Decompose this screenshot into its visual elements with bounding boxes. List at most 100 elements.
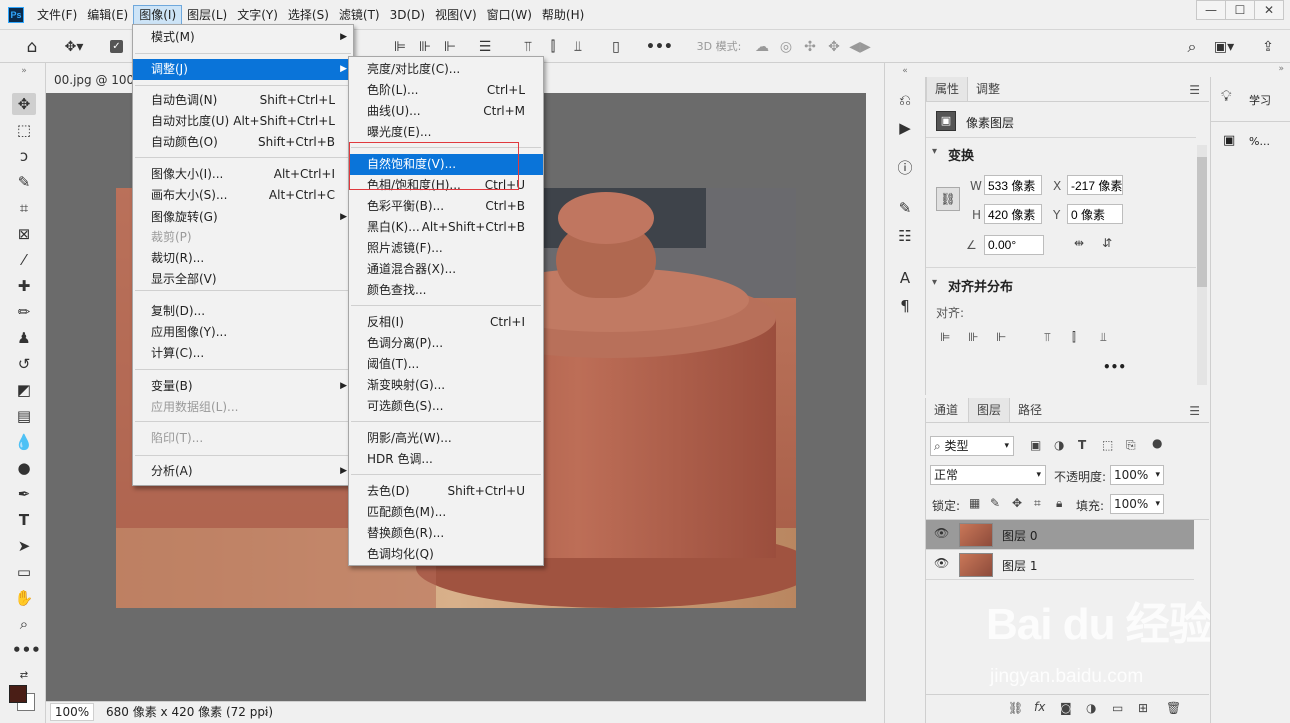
image-menu-item[interactable]: 计算(C)... <box>133 343 353 364</box>
menu-item[interactable]: 滤镜(T) <box>334 5 385 25</box>
lock-image-icon[interactable]: ✎ <box>990 496 1000 510</box>
paragraph-icon[interactable]: ¶ <box>894 295 916 317</box>
angle-field[interactable] <box>984 235 1044 255</box>
adjust-menu-item[interactable]: HDR 色调... <box>349 449 543 470</box>
frame-tool-icon[interactable]: ⊠ <box>12 223 36 245</box>
adjust-menu-item[interactable]: 色相/饱和度(H)... Ctrl+U <box>349 175 543 196</box>
layer-row[interactable]: 👁︎ 图层 1 <box>926 550 1194 580</box>
blend-mode-select[interactable]: 正常 ▾ <box>930 465 1046 485</box>
tab-properties[interactable]: 属性 <box>926 77 969 101</box>
clone-stamp-tool-icon[interactable]: ♟ <box>12 327 36 349</box>
menu-item[interactable]: 图像(I) <box>133 5 183 25</box>
status-arrow-icon[interactable]: › <box>264 702 269 722</box>
adjust-menu-item[interactable]: 可选颜色(S)... <box>349 396 543 417</box>
image-menu-item[interactable]: 变量(B) ▶ <box>133 376 353 397</box>
adjust-menu-item[interactable]: 曝光度(E)... <box>349 122 543 143</box>
adjust-menu-item[interactable]: 色彩平衡(B)... Ctrl+B <box>349 196 543 217</box>
image-menu-item[interactable]: 调整(J) ▶ <box>133 59 353 80</box>
image-menu-item[interactable]: 应用图像(Y)... <box>133 322 353 343</box>
adjust-menu-item[interactable]: 色阶(L)... Ctrl+L <box>349 80 543 101</box>
slide-3d-icon[interactable]: ✥ <box>824 37 844 57</box>
menu-item[interactable]: 图层(L) <box>182 5 232 25</box>
height-field[interactable] <box>984 204 1042 224</box>
image-menu-item[interactable]: 模式(M) ▶ <box>133 27 353 48</box>
new-layer-icon[interactable]: ⊞ <box>1138 701 1148 715</box>
eraser-tool-icon[interactable]: ◩ <box>12 379 36 401</box>
edit-toolbar-icon[interactable]: ••• <box>12 639 41 661</box>
menu-item[interactable]: 视图(V) <box>430 5 482 25</box>
menu-item[interactable]: 文字(Y) <box>232 5 283 25</box>
collapse-icon[interactable]: » <box>1278 64 1284 74</box>
adjust-menu-item[interactable]: 色调均化(Q) <box>349 544 543 565</box>
align-vertical-centers-icon[interactable]: ⫿ <box>543 37 563 57</box>
image-menu-item[interactable]: 分析(A) ▶ <box>133 461 353 482</box>
align-center-icon[interactable]: ⊪ <box>968 330 978 344</box>
menu-item[interactable]: 编辑(E) <box>82 5 133 25</box>
image-menu-item[interactable]: 裁切(R)... <box>133 248 353 269</box>
adjust-menu-item[interactable]: 黑白(K)... Alt+Shift+Ctrl+B <box>349 217 543 238</box>
width-field[interactable] <box>984 175 1042 195</box>
link-icon[interactable]: ⛓ <box>936 187 960 211</box>
tab-adjustments[interactable]: 调整 <box>968 77 1008 101</box>
distribute-vertical-icon[interactable]: ☰ <box>475 37 495 57</box>
libraries-icon[interactable]: ▣ <box>1223 133 1235 148</box>
fx-icon[interactable]: fx <box>1034 700 1045 714</box>
adjustments-sliders-icon[interactable]: ☷ <box>894 225 916 247</box>
adjust-menu-item[interactable]: 自然饱和度(V)... <box>349 154 543 175</box>
tab-channels[interactable]: 通道 <box>926 398 966 422</box>
auto-select-checkbox[interactable]: ✓ <box>110 37 126 57</box>
blur-tool-icon[interactable]: 💧 <box>12 431 36 453</box>
maximize-button[interactable]: ☐ <box>1225 0 1255 20</box>
drag-3d-icon[interactable]: ✣ <box>800 37 820 57</box>
move-tool-icon[interactable]: ✥ <box>12 93 36 115</box>
align-top-edges-icon[interactable]: ⫪ <box>518 37 538 57</box>
marquee-tool-icon[interactable]: ⬚ <box>12 119 36 141</box>
adjust-menu-item[interactable]: 照片滤镜(F)... <box>349 238 543 259</box>
collapse-panels-icon[interactable]: « <box>894 65 916 77</box>
workspace-icon[interactable]: ▣▾ <box>1210 37 1238 57</box>
chevron-down-icon[interactable]: ▾ <box>932 146 937 157</box>
menu-item[interactable]: 选择(S) <box>283 5 334 25</box>
align-left-icon[interactable]: ⊫ <box>940 330 950 344</box>
type-tool-icon[interactable]: T <box>12 509 36 531</box>
foreground-color-swatch[interactable] <box>9 685 27 703</box>
adjust-menu-item[interactable]: 反相(I) Ctrl+I <box>349 312 543 333</box>
filter-kind-select[interactable]: ⌕ 类型 ▾ <box>930 436 1014 456</box>
path-select-tool-icon[interactable]: ➤ <box>12 535 36 557</box>
menu-item[interactable]: 窗口(W) <box>482 5 537 25</box>
fill-field[interactable]: 100% ▾ <box>1110 494 1164 514</box>
adjust-menu-item[interactable]: 渐变映射(G)... <box>349 375 543 396</box>
align-bottom-icon[interactable]: ⫫ <box>1100 330 1107 345</box>
lock-all-icon[interactable]: 🔒︎ <box>1056 496 1062 511</box>
image-menu-item[interactable]: 画布大小(S)... Alt+Ctrl+C <box>133 185 353 206</box>
align-right-edges-icon[interactable]: ⊩ <box>440 37 460 57</box>
brush-tool-icon[interactable]: ✏ <box>12 301 36 323</box>
history-brush-tool-icon[interactable]: ↺ <box>12 353 36 375</box>
swap-colors-icon[interactable]: ⇄ <box>12 665 36 687</box>
layer-row[interactable]: 👁︎ 图层 0 <box>926 520 1194 550</box>
healing-brush-tool-icon[interactable]: ✚ <box>12 275 36 297</box>
gradient-tool-icon[interactable]: ▤ <box>12 405 36 427</box>
y-field[interactable] <box>1067 204 1123 224</box>
filter-pixel-icon[interactable]: ▣ <box>1030 438 1041 452</box>
align-horizontal-centers-icon[interactable]: ⊪ <box>415 37 435 57</box>
panel-menu-icon[interactable]: ☰ <box>1189 83 1200 97</box>
image-menu-item[interactable]: 自动对比度(U) Alt+Shift+Ctrl+L <box>133 111 353 132</box>
roll-3d-icon[interactable]: ◎ <box>776 37 796 57</box>
quick-select-tool-icon[interactable]: ✎ <box>12 171 36 193</box>
x-field[interactable] <box>1067 175 1123 195</box>
adjust-menu-item[interactable]: 匹配颜色(M)... <box>349 502 543 523</box>
new-group-icon[interactable]: ▭ <box>1112 701 1123 715</box>
scale-3d-icon[interactable]: ◀▶ <box>848 37 872 57</box>
image-menu-item[interactable]: 图像旋转(G) ▶ <box>133 207 353 228</box>
libraries-label[interactable]: %... <box>1249 135 1270 148</box>
adjust-menu-item[interactable]: 阴影/高光(W)... <box>349 428 543 449</box>
lasso-tool-icon[interactable]: ↄ <box>12 145 36 167</box>
properties-scrollbar[interactable] <box>1197 145 1207 385</box>
info-icon[interactable]: ⓘ <box>894 157 916 179</box>
share-icon[interactable]: ⇪ <box>1258 37 1278 57</box>
filter-adjustment-icon[interactable]: ◑ <box>1054 438 1064 452</box>
visibility-eye-icon[interactable]: 👁︎ <box>934 526 949 540</box>
adjust-menu-item[interactable]: 亮度/对比度(C)... <box>349 59 543 80</box>
orbit-3d-icon[interactable]: ☁ <box>752 37 772 57</box>
